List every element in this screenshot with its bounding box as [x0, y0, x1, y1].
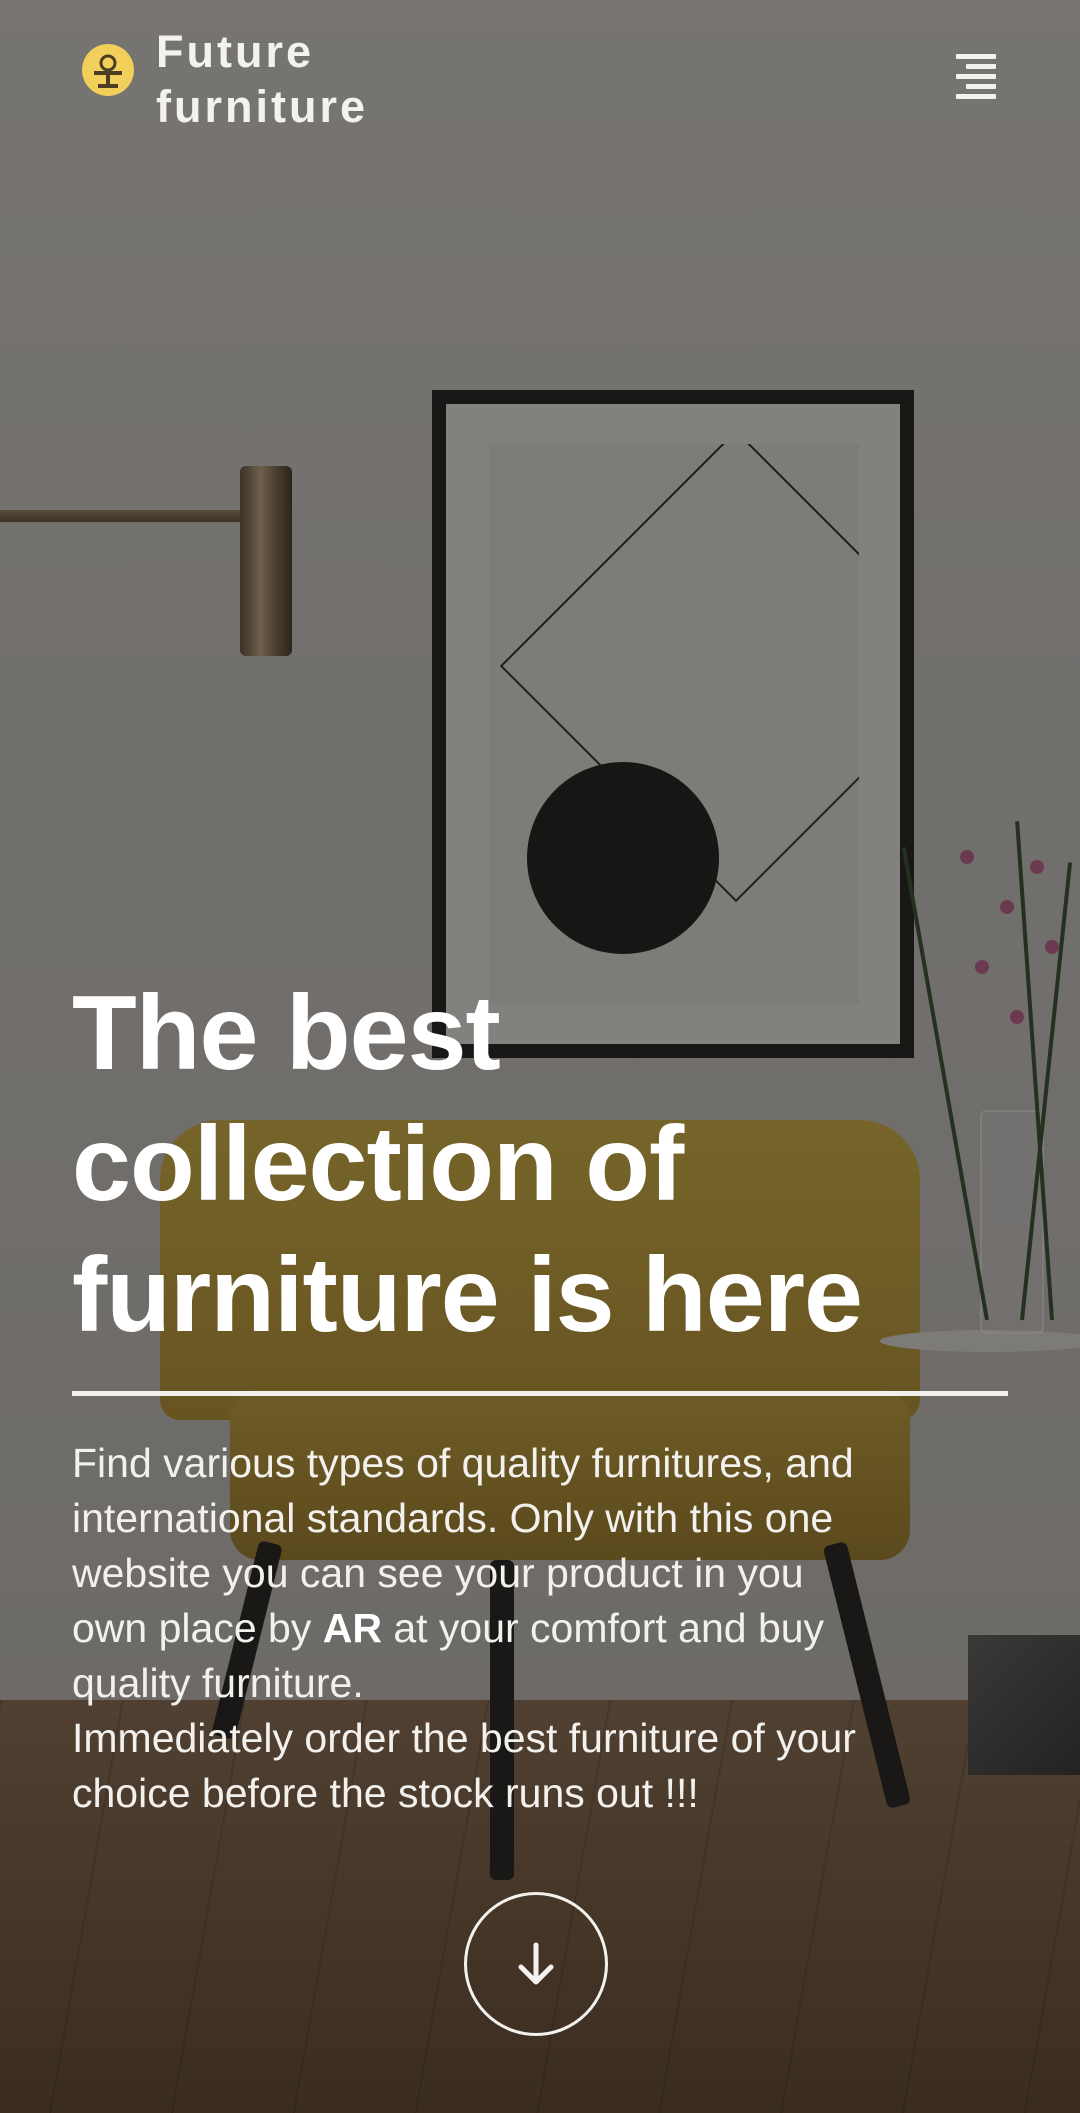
hero-title-line: furniture is here — [72, 1236, 863, 1354]
hero-description: Find various types of quality furnitures… — [72, 1436, 1012, 1821]
menu-bar — [956, 54, 996, 59]
description-line: Find various types of quality furnitures… — [72, 1440, 854, 1486]
hero-title-line: collection of — [72, 1105, 684, 1223]
menu-bar — [956, 74, 996, 79]
lamp-logo-icon[interactable] — [82, 44, 134, 96]
description-text: own place by — [72, 1605, 323, 1651]
arrow-down-icon — [518, 1942, 554, 1985]
hero-title: The best collection of furniture is here — [72, 968, 1032, 1361]
scroll-down-button[interactable] — [464, 1892, 608, 2036]
hero-title-line: The best — [72, 974, 501, 1092]
menu-bar — [956, 94, 996, 99]
ar-highlight: AR — [322, 1605, 382, 1651]
menu-icon[interactable] — [950, 52, 996, 104]
description-line: Immediately order the best furniture of … — [72, 1715, 856, 1761]
description-line: international standards. Only with this … — [72, 1495, 834, 1541]
description-line: website you can see your product in you — [72, 1550, 804, 1596]
brand-name[interactable]: Future furniture — [156, 24, 416, 134]
brand-line-2: furniture — [156, 81, 368, 132]
description-line: quality furniture. — [72, 1660, 364, 1706]
site-header: Future furniture — [0, 0, 1080, 150]
brand-line-1: Future — [156, 26, 314, 77]
hero-divider — [72, 1391, 1008, 1396]
menu-bar — [966, 64, 996, 69]
description-line: choice before the stock runs out !!! — [72, 1770, 699, 1816]
description-line: own place by AR at your comfort and buy — [72, 1601, 1012, 1656]
description-text: at your comfort and buy — [381, 1605, 825, 1651]
menu-bar — [966, 84, 996, 89]
